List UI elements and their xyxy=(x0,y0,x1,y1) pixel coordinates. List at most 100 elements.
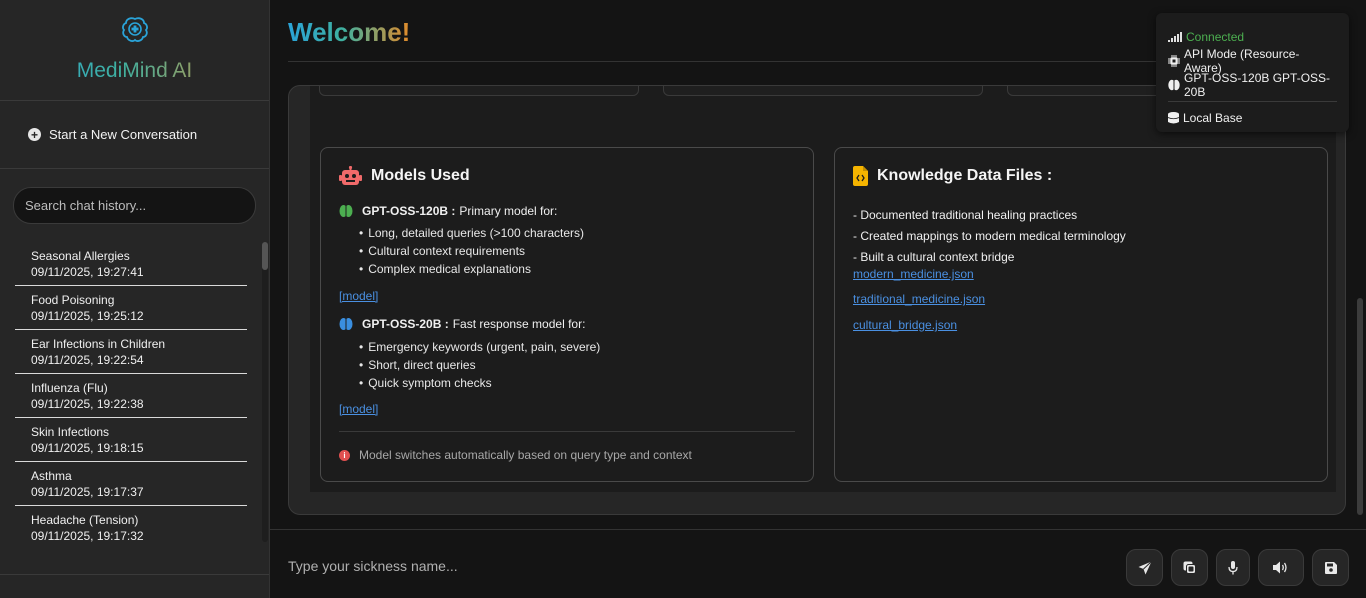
models-card: Models Used GPT-OSS-120B : Primary model… xyxy=(320,147,814,482)
files-description: - Documented traditional healing practic… xyxy=(853,205,1126,268)
sidebar-divider xyxy=(0,574,269,575)
history-scrollbar[interactable] xyxy=(262,242,268,542)
send-button[interactable] xyxy=(1126,549,1163,586)
history-item-date: 09/11/2025, 19:27:41 xyxy=(31,265,144,279)
search-wrap xyxy=(0,169,269,224)
models-title-text: Models Used xyxy=(371,167,470,184)
knowledge-base-status: Local Base xyxy=(1168,106,1337,130)
model-switch-note-text: Model switches automatically based on qu… xyxy=(359,448,692,462)
api-mode-status: API Mode (Resource-Aware) xyxy=(1168,47,1337,75)
history-item-title: Ear Infections in Children xyxy=(31,337,166,351)
microphone-icon xyxy=(1228,560,1238,574)
history-item-title: Asthma xyxy=(31,469,72,483)
chat-history-list: Seasonal Allergies 09/11/2025, 19:27:41 … xyxy=(15,242,247,550)
history-item-title: Headache (Tension) xyxy=(31,513,139,527)
history-item-date: 09/11/2025, 19:25:12 xyxy=(31,309,144,323)
files-title-text: Knowledge Data Files : xyxy=(877,167,1053,184)
history-item[interactable]: Food Poisoning 09/11/2025, 19:25:12 xyxy=(15,286,247,330)
history-item-date: 09/11/2025, 19:17:32 xyxy=(31,529,144,543)
brain-green-icon xyxy=(339,205,353,217)
list-item: - Created mappings to modern medical ter… xyxy=(853,229,1126,243)
file-link-cultural-bridge[interactable]: cultural_bridge.json xyxy=(853,318,957,332)
files-card-title: Knowledge Data Files : xyxy=(853,166,1052,186)
fast-model-heading: GPT-OSS-20B : Fast response model for: xyxy=(339,317,585,331)
card-stub xyxy=(663,86,983,96)
history-item-date: 09/11/2025, 19:17:37 xyxy=(31,485,144,499)
knowledge-base-text: Local Base xyxy=(1183,111,1243,125)
list-item: Complex medical explanations xyxy=(359,260,584,278)
fast-model-bullets: Emergency keywords (urgent, pain, severe… xyxy=(359,338,600,392)
primary-model-desc: Primary model for: xyxy=(459,204,558,218)
fast-model-name: GPT-OSS-20B : xyxy=(362,317,449,331)
fast-model-link[interactable]: [model] xyxy=(339,402,378,416)
save-button[interactable] xyxy=(1312,549,1349,586)
info-panel: Models Used GPT-OSS-120B : Primary model… xyxy=(288,85,1346,515)
history-item[interactable]: Headache (Tension) 09/11/2025, 19:17:32 xyxy=(15,506,247,550)
file-link-modern-medicine[interactable]: modern_medicine.json xyxy=(853,267,974,281)
list-item: Long, detailed queries (>100 characters) xyxy=(359,224,584,242)
app-root: MediMind AI + Start a New Conversation S… xyxy=(0,0,1366,598)
save-icon xyxy=(1324,561,1337,574)
models-card-divider xyxy=(339,431,795,432)
list-item: Cultural context requirements xyxy=(359,242,584,260)
signal-icon xyxy=(1168,32,1182,42)
new-conversation-button[interactable]: + Start a New Conversation xyxy=(0,101,269,169)
primary-model-bullets: Long, detailed queries (>100 characters)… xyxy=(359,224,584,278)
history-item-title: Seasonal Allergies xyxy=(31,249,130,263)
send-icon xyxy=(1138,560,1152,574)
history-item-title: Food Poisoning xyxy=(31,293,115,307)
primary-model-link[interactable]: [model] xyxy=(339,289,378,303)
status-popup: Connected API Mode (Resource-Aware) GPT-… xyxy=(1156,13,1349,132)
list-item: Short, direct queries xyxy=(359,356,600,374)
page-title: Welcome! xyxy=(288,17,411,47)
message-input[interactable] xyxy=(288,554,1108,578)
chip-icon xyxy=(1168,55,1180,67)
main-scrollbar-thumb[interactable] xyxy=(1357,298,1363,515)
knowledge-files-card: Knowledge Data Files : - Documented trad… xyxy=(834,147,1328,482)
history-item[interactable]: Seasonal Allergies 09/11/2025, 19:27:41 xyxy=(15,242,247,286)
history-item[interactable]: Ear Infections in Children 09/11/2025, 1… xyxy=(15,330,247,374)
brain-icon xyxy=(1168,79,1180,91)
message-bar xyxy=(270,529,1366,598)
history-item[interactable]: Asthma 09/11/2025, 19:17:37 xyxy=(15,462,247,506)
brain-medical-icon xyxy=(121,17,148,42)
history-item-title: Influenza (Flu) xyxy=(31,381,108,395)
robot-icon xyxy=(339,166,362,185)
list-item: - Built a cultural context bridge xyxy=(853,250,1015,264)
history-item-date: 09/11/2025, 19:22:38 xyxy=(31,397,144,411)
brain-blue-icon xyxy=(339,318,353,330)
history-scrollbar-thumb[interactable] xyxy=(262,242,268,270)
primary-model-name: GPT-OSS-120B : xyxy=(362,204,456,218)
active-models-text: GPT-OSS-120B GPT-OSS-20B xyxy=(1184,71,1331,99)
status-divider xyxy=(1168,101,1337,102)
copy-icon xyxy=(1183,561,1196,574)
card-stub xyxy=(319,86,639,96)
speaker-icon xyxy=(1272,561,1287,574)
main-scrollbar[interactable] xyxy=(1356,85,1364,515)
history-item-title: Skin Infections xyxy=(31,425,110,439)
plus-icon: + xyxy=(28,128,41,141)
history-item-date: 09/11/2025, 19:18:15 xyxy=(31,441,144,455)
file-link-traditional-medicine[interactable]: traditional_medicine.json xyxy=(853,292,985,306)
list-item: Quick symptom checks xyxy=(359,374,600,392)
speaker-button[interactable] xyxy=(1258,549,1304,586)
info-panel-inner: Models Used GPT-OSS-120B : Primary model… xyxy=(310,86,1336,492)
brand: MediMind AI xyxy=(0,0,269,101)
sidebar: MediMind AI + Start a New Conversation S… xyxy=(0,0,270,598)
history-item[interactable]: Skin Infections 09/11/2025, 19:18:15 xyxy=(15,418,247,462)
history-item[interactable]: Influenza (Flu) 09/11/2025, 19:22:38 xyxy=(15,374,247,418)
new-conversation-label: Start a New Conversation xyxy=(49,127,198,142)
database-icon xyxy=(1168,112,1179,124)
active-models-status: GPT-OSS-120B GPT-OSS-20B xyxy=(1168,71,1337,99)
connection-status: Connected xyxy=(1168,25,1337,49)
history-item-date: 09/11/2025, 19:22:54 xyxy=(31,353,144,367)
list-item: Emergency keywords (urgent, pain, severe… xyxy=(359,338,600,356)
primary-model-heading: GPT-OSS-120B : Primary model for: xyxy=(339,204,557,218)
fast-model-desc: Fast response model for: xyxy=(452,317,586,331)
connection-status-text: Connected xyxy=(1186,30,1245,44)
search-history-input[interactable] xyxy=(13,187,256,224)
brand-name: MediMind AI xyxy=(0,59,269,83)
microphone-button[interactable] xyxy=(1216,549,1250,586)
copy-button[interactable] xyxy=(1171,549,1208,586)
code-file-icon xyxy=(853,166,868,186)
